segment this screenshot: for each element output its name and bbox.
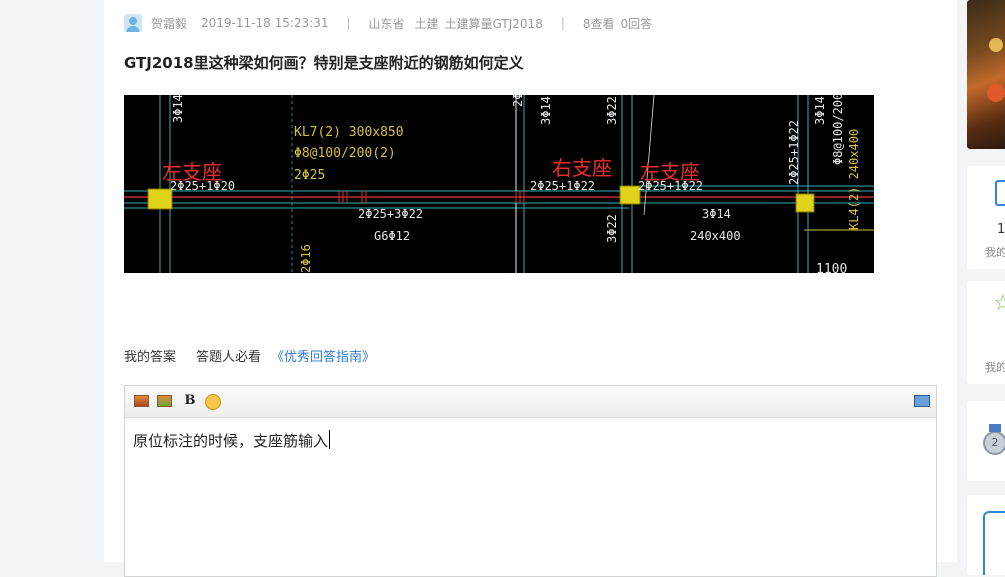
question-title: GTJ2018里这种梁如何画？特别是支座附近的钢筋如何定义 [124,54,524,72]
right-support-bars: 2Φ25+1Φ22 [530,179,595,193]
question-card: 贺霜毅 2019-11-18 15:23:31 | 山东省 土建 土建算量GTJ… [104,0,957,577]
beam-name-label: KL7(2) 300x850 [294,125,404,140]
view-count: 8查看 [582,16,615,31]
editor-content[interactable]: 原位标注的时候，支座筋输入 [133,430,331,451]
cad-drawing-image[interactable]: KL7(2) 300x850 Φ8@100/200(2) 2Φ25 KL4(2)… [124,95,874,273]
right-support-label: 右支座 [552,156,612,180]
meta-divider: | [346,16,351,30]
favorites-label: 我的 [985,361,1005,374]
category-tag[interactable]: 土建 [415,15,439,32]
sidebar-banner-image[interactable] [967,0,1005,149]
col-bars-6: 3Φ14 [813,96,827,125]
side-bars: G6Φ12 [374,229,410,243]
question-meta: 贺霜毅 2019-11-18 15:23:31 | 山东省 土建 土建算量GTJ… [124,12,652,34]
meta-divider: | [560,16,565,30]
user-avatar-icon[interactable] [124,14,142,32]
beam2-size: 240x400 [690,229,741,243]
tab-must-read[interactable]: 答题人必看 [196,346,261,365]
subcategory-tag[interactable]: 土建算量GTJ2018 [445,15,543,32]
emoji-icon[interactable] [205,394,221,410]
bottom-bars: 2Φ25+3Φ22 [358,207,423,221]
sidebar-card-medal[interactable]: 2 [967,401,1005,481]
col-bars-2: 2Φ14 [511,95,525,107]
insert-image-icon[interactable] [133,394,149,408]
province-tag[interactable]: 山东省 [369,15,405,32]
badge-icon [983,511,1005,575]
stat-label: 我的 [985,246,1005,259]
top-bars-label: 2Φ25 [294,168,325,183]
col-bars-5: 3Φ22 [605,214,619,243]
answer-tabs: 我的答案 答题人必看 《优秀回答指南》 [124,346,375,365]
vertical-bars: 2Φ25+1Φ22 [787,120,801,185]
sidebar-card-favorites[interactable]: ☆ 我的 [967,281,1005,384]
author-name[interactable]: 贺霜毅 [151,15,187,32]
tab-my-answer[interactable]: 我的答案 [124,346,176,365]
document-icon [995,180,1005,206]
fullscreen-icon[interactable] [914,394,930,408]
answer-editor[interactable]: B 原位标注的时候，支座筋输入 [124,385,937,577]
vertical-beam-label: KL4(2) 240x400 [847,129,861,230]
star-icon: ☆ [993,291,1005,316]
sidebar-card-badge[interactable] [967,495,1005,575]
col-bars-3: 3Φ14 [539,96,553,125]
bold-icon[interactable]: B [182,393,198,408]
left-support-label: 左支座 [162,160,222,184]
sidebar-card-stats[interactable]: 1 我的 [967,166,1005,269]
col-bars-1: 3Φ14 [171,95,185,123]
stat-number: 1 [997,222,1005,237]
vertical-stirrup: Φ8@100/200 [831,95,845,165]
guide-link[interactable]: 《优秀回答指南》 [271,346,375,365]
answer-count: 0回答 [620,16,653,31]
left-support-label-2: 左支座 [640,160,700,184]
upload-image-icon[interactable] [156,394,172,408]
stirrup-label: Φ8@100/200(2) [294,146,396,161]
dim-label: 1100 [816,262,847,273]
col-bars-7: 2Φ16 [299,244,313,273]
medal-icon: 2 [983,424,1005,455]
col-bars-4: 3Φ22 [605,96,619,125]
editor-text-value: 原位标注的时候，支座筋输入 [133,432,329,450]
text-caret [329,430,331,449]
beam2-bars: 3Φ14 [702,207,731,221]
post-datetime: 2019-11-18 15:23:31 [201,16,329,30]
editor-toolbar: B [125,386,936,418]
